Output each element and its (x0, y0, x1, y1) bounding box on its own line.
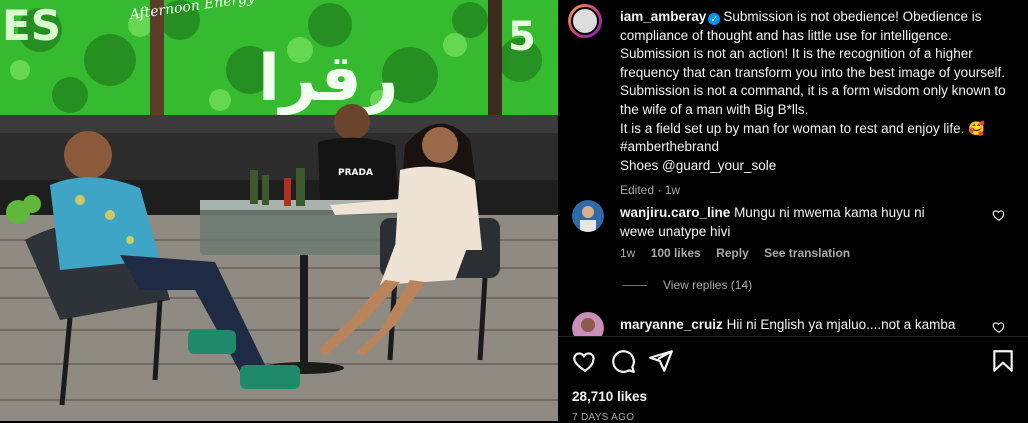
view-replies-label: View replies (14) (663, 278, 753, 292)
comment-meta: 1w 100 likes Reply See translation (620, 246, 862, 260)
edited-timestamp: Edited · 1w (620, 183, 681, 198)
neon-letters: ES (2, 1, 61, 50)
post-caption: iam_amberay ✓ Submission is not obedience!… (620, 8, 1015, 200)
comment-icon[interactable] (610, 348, 636, 374)
neon-number: 5 (508, 14, 536, 60)
likes-count[interactable]: 28,710 likes (572, 389, 647, 404)
reply-button[interactable]: Reply (716, 246, 749, 260)
view-replies-button[interactable]: View replies (14) (623, 278, 752, 292)
commenter-username[interactable]: maryanne_cruiz (620, 317, 723, 332)
caption-text: Submission is not obedience! Obedience i… (620, 9, 1006, 117)
actions-divider (558, 336, 1028, 337)
heart-icon[interactable] (572, 348, 598, 374)
post-details-panel: iam_amberay ✓ Submission is not obedience!… (558, 0, 1028, 423)
see-translation-button[interactable]: See translation (764, 246, 850, 260)
author-username[interactable]: iam_amberay (620, 9, 706, 24)
comment-likes[interactable]: 100 likes (651, 246, 701, 260)
commenter-avatar[interactable] (572, 312, 604, 336)
verified-badge-icon: ✓ (708, 13, 721, 25)
shirt-brand: PRADA (338, 168, 373, 178)
caption-line: It is a field set up by man for woman to… (620, 120, 985, 136)
comment-body: maryanne_cruiz Hii ni English ya mjaluo.… (620, 316, 960, 336)
bookmark-icon[interactable] (990, 348, 1016, 374)
hashtag-link[interactable]: #amberthebrand (620, 138, 1015, 157)
post-photo[interactable]: ES Afternoon Energy رقرا 5 PRADA (0, 0, 558, 421)
commenter-avatar[interactable] (572, 200, 604, 232)
share-icon[interactable] (648, 348, 674, 374)
caption-mention-line[interactable]: Shoes @guard_your_sole (620, 157, 1015, 176)
post-time-ago: 7 DAYS AGO (572, 412, 635, 423)
wall-sign: رقرا (258, 42, 399, 116)
comment-body: wanjiru.caro_line Mungu ni mwema kama hu… (620, 204, 960, 241)
comment-heart-icon[interactable] (992, 320, 1006, 334)
post-actions-bar (572, 348, 1018, 376)
photo-scene: ES Afternoon Energy رقرا 5 PRADA (0, 0, 558, 421)
author-avatar[interactable] (568, 4, 602, 38)
comment-item: maryanne_cruiz Hii ni English ya mjaluo.… (572, 312, 1012, 336)
comment-time: 1w (620, 246, 636, 260)
commenter-username[interactable]: wanjiru.caro_line (620, 205, 730, 220)
comment-heart-icon[interactable] (992, 208, 1006, 222)
comment-item: wanjiru.caro_line Mungu ni mwema kama hu… (572, 200, 1012, 264)
replies-divider-line (623, 285, 647, 287)
